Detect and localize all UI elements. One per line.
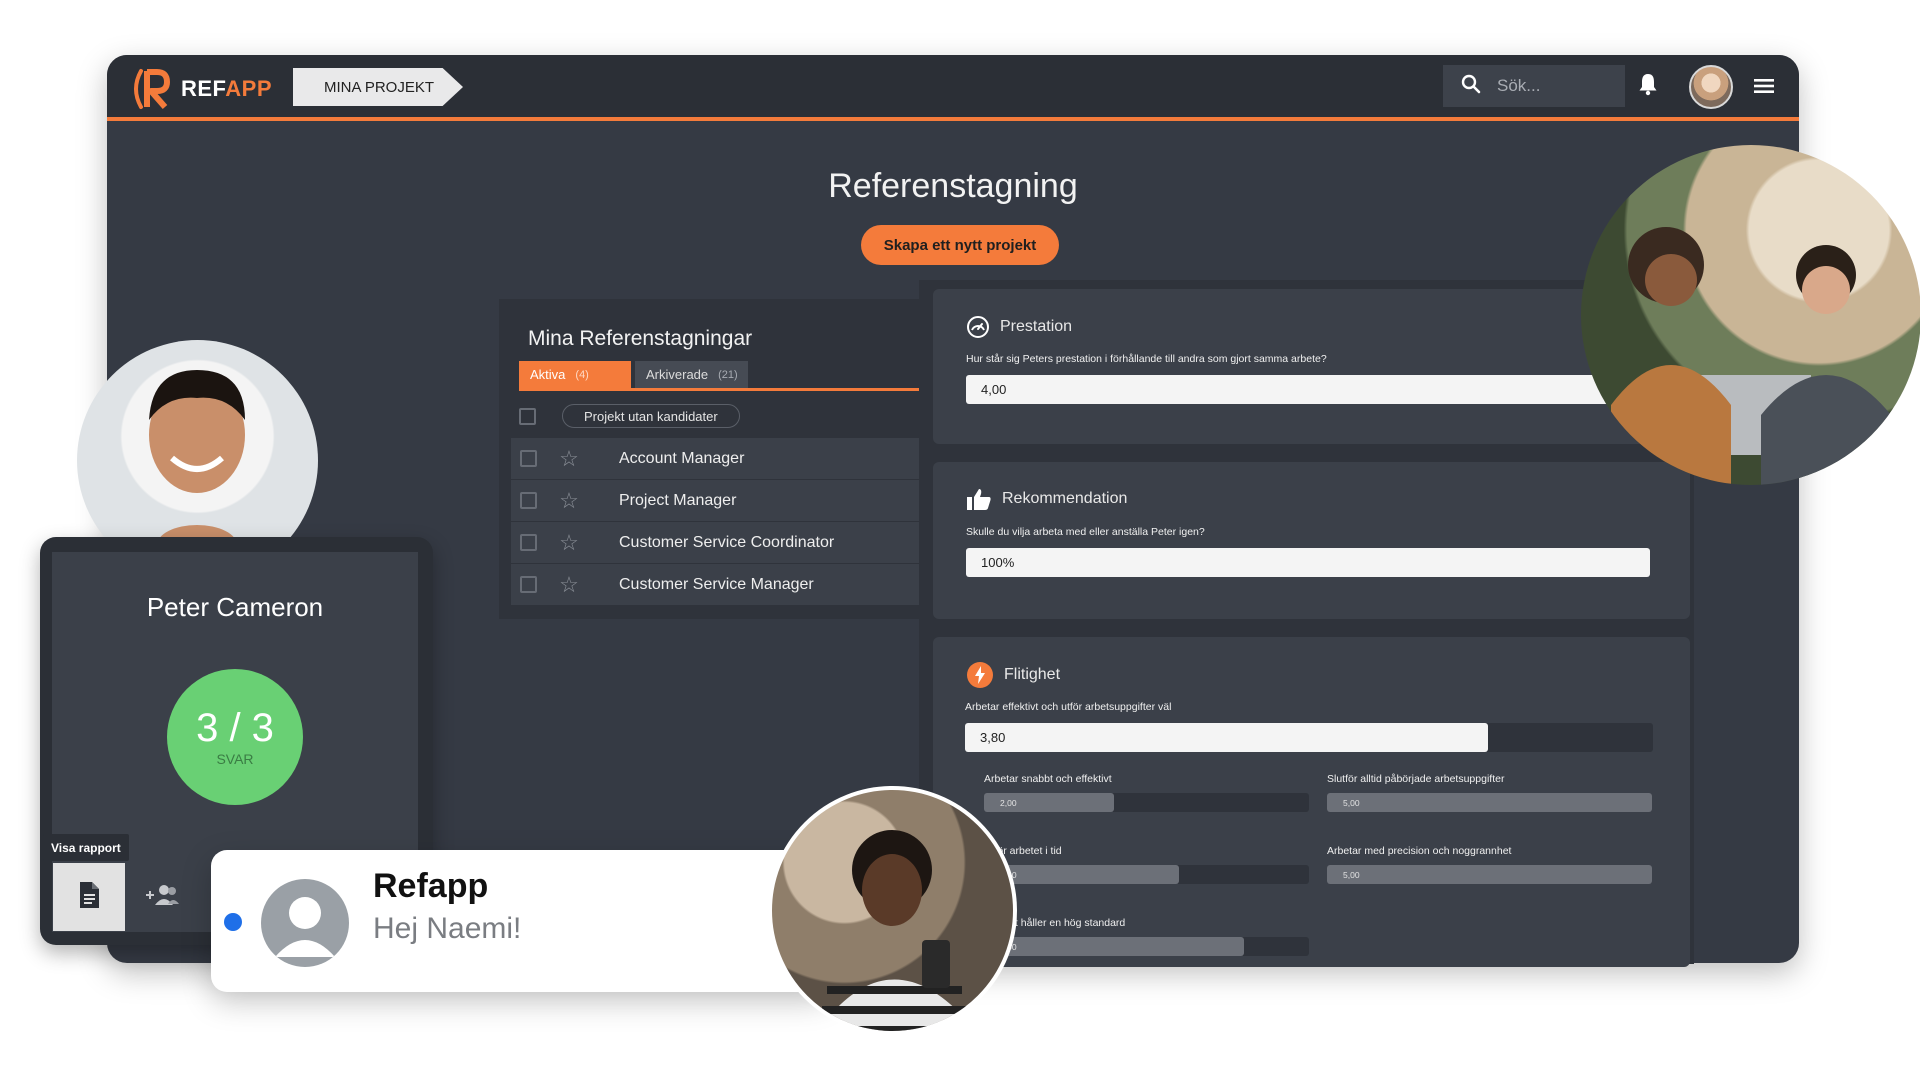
sub-metric: Arbetet håller en hög standard 4,00 [984, 917, 1309, 956]
card-flitighet: Flitighet Arbetar effektivt och utför ar… [933, 637, 1690, 967]
refapp-logo[interactable]: REFAPP [127, 67, 272, 111]
sub-metric-label: Arbetet håller en hög standard [984, 917, 1126, 929]
lightning-icon [966, 661, 994, 689]
star-icon[interactable]: ☆ [557, 488, 581, 514]
row-checkbox[interactable] [520, 450, 537, 467]
list-item[interactable]: ☆ Customer Service Coordinator [511, 522, 945, 564]
push-notification[interactable]: Refapp Hej Naemi! [211, 850, 831, 992]
user-avatar[interactable] [1689, 65, 1733, 109]
score-value: 3 / 3 [196, 706, 274, 750]
sub-metric-label: Arbetar med precision och noggrannhet [1327, 845, 1512, 857]
sub-metric-label: Arbetar snabbt och effektivt [984, 773, 1112, 785]
logo-mark-icon [127, 67, 177, 111]
notification-title: Refapp [373, 867, 489, 905]
card-title: Rekommendation [1002, 490, 1128, 507]
list-tabs: Aktiva (4) Arkiverade (21) [519, 361, 945, 391]
notification-message: Hej Naemi! [373, 912, 522, 945]
references-list-panel: Mina Referenstagningar Aktiva (4) Arkive… [499, 299, 945, 619]
tab-count: (21) [718, 368, 738, 381]
card-title: Flitighet [1004, 666, 1061, 683]
sub-metric-label: Utför arbetet i tid [984, 845, 1062, 857]
list-item[interactable]: ☆ Account Manager [511, 438, 945, 480]
star-icon[interactable]: ☆ [557, 446, 581, 472]
sub-metric: Arbetar med precision och noggrannhet 5,… [1327, 845, 1652, 884]
sub-metric: Arbetar snabbt och effektivt 2,00 [984, 773, 1309, 812]
filter-chip-no-candidates[interactable]: Projekt utan kandidater [562, 404, 740, 428]
search-icon [1461, 74, 1481, 99]
card-title: Prestation [1000, 318, 1073, 335]
tab-aktiva[interactable]: Aktiva (4) [519, 361, 631, 388]
card-question: Skulle du vilja arbeta med eller anställ… [966, 526, 1205, 538]
project-name: Customer Service Manager [619, 575, 814, 593]
sub-metric-bar: 2,00 [984, 793, 1114, 812]
sub-metric-bar: 5,00 [1327, 865, 1652, 884]
search-box[interactable]: Sök... [1443, 65, 1625, 107]
star-icon[interactable]: ☆ [557, 572, 581, 598]
row-checkbox[interactable] [520, 534, 537, 551]
candidate-name: Peter Cameron [146, 592, 324, 622]
select-all-checkbox[interactable] [519, 407, 536, 425]
sub-metric-track: 2,00 [984, 793, 1309, 812]
sub-metric-bar: 4,00 [984, 937, 1244, 956]
project-name: Customer Service Coordinator [619, 533, 835, 551]
sub-metric: Slutför alltid påbörjade arbetsuppgifter… [1327, 773, 1652, 812]
add-referees-button[interactable] [126, 863, 198, 931]
thumbs-up-icon [966, 487, 992, 511]
new-project-button[interactable]: Skapa ett nytt projekt [861, 225, 1059, 265]
card-question: Hur står sig Peters prestation i förhåll… [966, 353, 1327, 365]
rekommendation-bar: 100% [966, 548, 1650, 577]
tab-count: (4) [575, 368, 589, 381]
project-rows: ☆ Account Manager ☆ Project Manager ☆ Cu… [511, 438, 945, 606]
bell-icon[interactable] [1638, 72, 1658, 101]
logo-text-main: REF [181, 76, 226, 101]
project-name: Project Manager [619, 491, 737, 509]
document-icon [78, 881, 100, 914]
search-input[interactable]: Sök... [1497, 76, 1540, 96]
photo-woman-phone [768, 786, 1017, 1035]
gauge-icon [966, 315, 990, 339]
star-icon[interactable]: ☆ [557, 530, 581, 556]
score-label: SVAR [216, 751, 254, 767]
sub-metric-bar: 5,00 [1327, 793, 1652, 812]
score-circle: 3 / 3 SVAR [167, 669, 303, 805]
sub-metric: Utför arbetet i tid 3,00 [984, 845, 1309, 884]
sub-metric-track: 4,00 [984, 937, 1309, 956]
card-rekommendation: Rekommendation Skulle du vilja arbeta me… [933, 462, 1690, 619]
row-checkbox[interactable] [520, 576, 537, 593]
view-report-button[interactable] [53, 863, 125, 931]
list-item[interactable]: ☆ Customer Service Manager [511, 564, 945, 606]
sub-metric-track: 5,00 [1327, 865, 1652, 884]
menu-icon[interactable] [1753, 77, 1775, 100]
sub-metric-track: 3,00 [984, 865, 1309, 884]
tab-arkiverade[interactable]: Arkiverade (21) [635, 361, 748, 388]
list-title: Mina Referenstagningar [528, 327, 753, 350]
filter-row: Projekt utan kandidater [519, 403, 740, 429]
top-bar: REFAPP MINA PROJEKT Sök... [107, 55, 1799, 121]
card-prestation: Prestation Hur står sig Peters prestatio… [933, 289, 1690, 444]
prestation-bar: 4,00 [966, 375, 1650, 404]
flitighet-track: 3,80 [965, 723, 1653, 752]
sub-metric-track: 5,00 [1327, 793, 1652, 812]
row-checkbox[interactable] [520, 492, 537, 509]
report-panel: Prestation Hur står sig Peters prestatio… [919, 280, 1694, 967]
report-tooltip: Visa rapport [43, 834, 129, 861]
breadcrumb-mina-projekt[interactable]: MINA PROJEKT [293, 68, 463, 106]
photo-colleagues [1581, 145, 1920, 485]
card-question: Arbetar effektivt och utför arbetsuppgif… [965, 701, 1172, 713]
sub-metric-label: Slutför alltid påbörjade arbetsuppgifter [1327, 773, 1505, 785]
list-item[interactable]: ☆ Project Manager [511, 480, 945, 522]
tab-label: Aktiva [530, 367, 566, 382]
project-name: Account Manager [619, 449, 745, 467]
avatar-placeholder-icon [261, 879, 349, 967]
flitighet-bar: 3,80 [965, 723, 1488, 752]
stage: REFAPP MINA PROJEKT Sök... Referenstagni… [0, 0, 1920, 1080]
unread-dot [224, 913, 242, 931]
page-title: Referenstagning [828, 167, 1078, 205]
tab-label: Arkiverade [646, 367, 709, 382]
people-add-icon [145, 884, 179, 911]
logo-text-accent: APP [225, 76, 273, 101]
